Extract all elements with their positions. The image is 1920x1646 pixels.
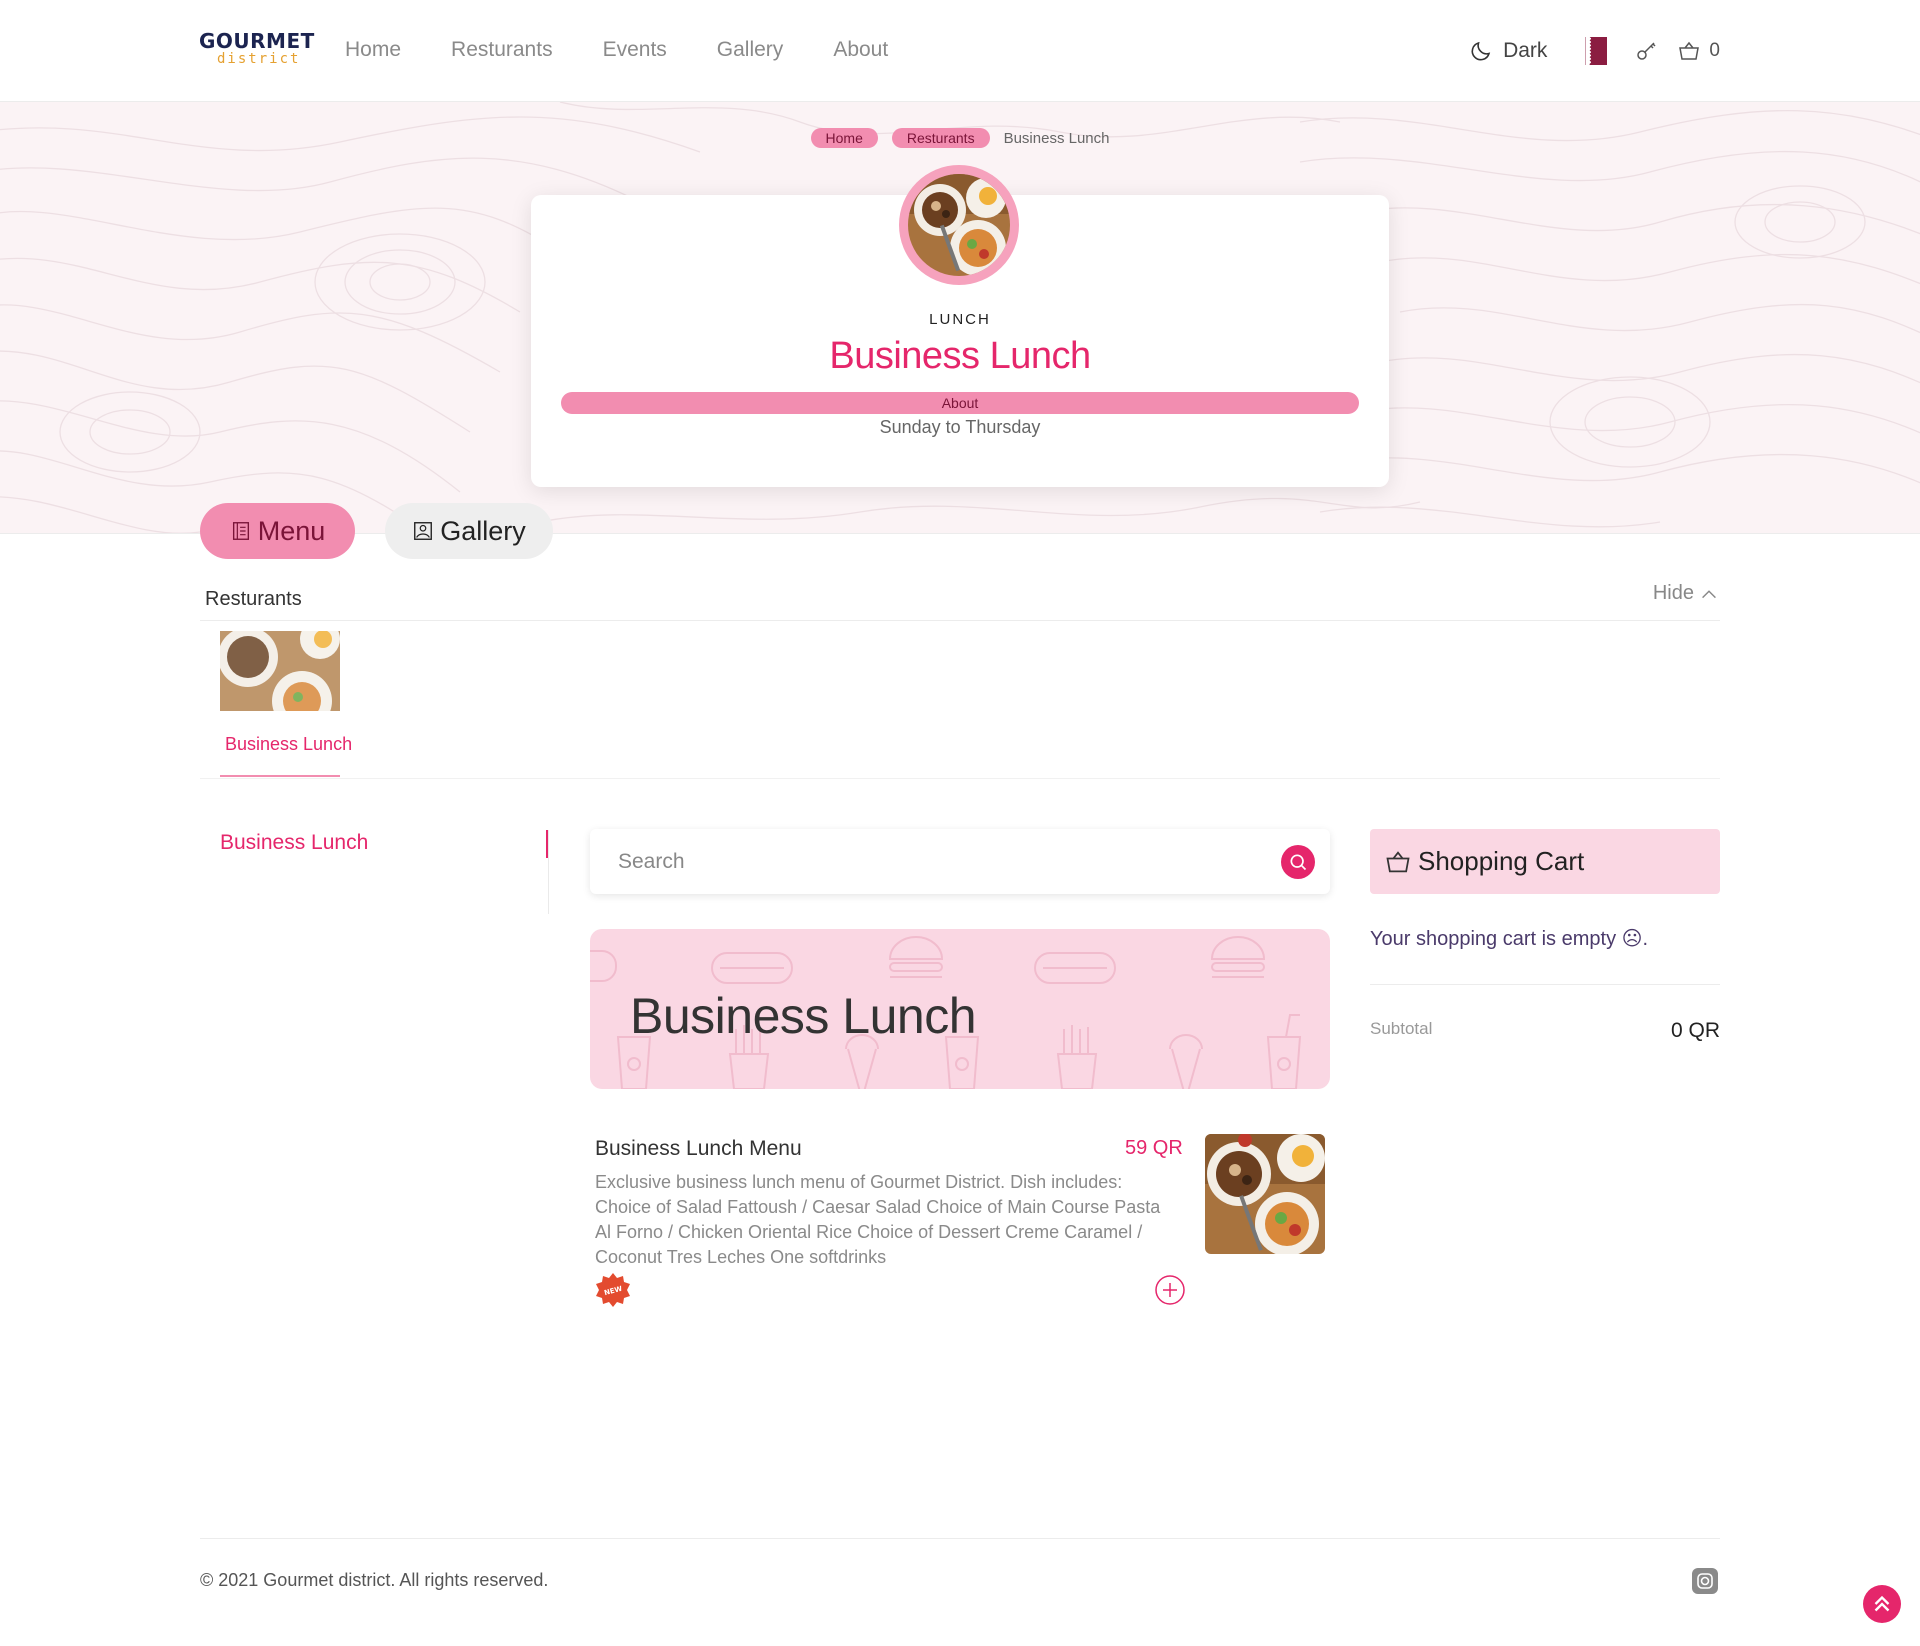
category-banner: Business Lunch [590, 929, 1330, 1089]
copyright-text: © 2021 Gourmet district. All rights rese… [200, 1570, 549, 1590]
dish-description: Exclusive business lunch menu of Gourmet… [595, 1172, 1161, 1267]
about-pill[interactable]: About [561, 392, 1359, 414]
header-cart-button[interactable]: 0 [1677, 39, 1720, 63]
restaurant-thumbnail-label[interactable]: Business Lunch [225, 734, 352, 755]
divider [200, 620, 1720, 621]
cart-empty-message: Your shopping cart is empty ☹. [1370, 928, 1649, 950]
hide-toggle[interactable]: Hide [1653, 582, 1720, 605]
key-icon[interactable] [1635, 39, 1659, 63]
nav-events[interactable]: Events [603, 38, 667, 62]
restaurant-avatar [899, 165, 1019, 285]
restaurant-category: LUNCH [929, 311, 991, 328]
shopping-cart-title: Shopping Cart [1418, 846, 1585, 876]
breadcrumb-current: Business Lunch [1003, 129, 1110, 147]
tab-menu[interactable]: Menu [200, 503, 355, 559]
menu-book-icon [232, 522, 249, 540]
instagram-icon[interactable] [1692, 1568, 1718, 1594]
tab-gallery-label: Gallery [440, 515, 526, 546]
logo-wordmark-bottom: district [217, 51, 301, 67]
restaurant-hero: Home Resturants Business Lunch LUNCH Bus… [0, 102, 1920, 534]
dark-mode-label: Dark [1503, 39, 1548, 62]
food-plate-image [220, 631, 340, 711]
add-to-cart-plus-icon[interactable] [1154, 1274, 1186, 1306]
chevron-up-icon [1702, 589, 1716, 598]
main-nav: Home Resturants Events Gallery About [345, 38, 888, 62]
nav-restaurants[interactable]: Resturants [451, 38, 553, 62]
divider [1370, 984, 1720, 985]
search-icon [1290, 854, 1307, 871]
footer-divider [200, 1538, 1720, 1539]
shopping-cart-header: Shopping Cart [1370, 829, 1720, 894]
food-plate-image [1205, 1134, 1325, 1254]
cart-count: 0 [1709, 40, 1720, 61]
moon-icon [1471, 41, 1491, 61]
breadcrumb-home[interactable]: Home [810, 128, 878, 148]
qatar-flag-icon[interactable] [1585, 37, 1608, 65]
tab-gallery[interactable]: Gallery [385, 503, 553, 559]
scroll-to-top-button[interactable] [1863, 1585, 1901, 1623]
basket-icon [1679, 41, 1700, 60]
instagram-glyph [1697, 1573, 1713, 1589]
divider [200, 778, 1720, 779]
subtotal-value: 0 QR [1670, 1019, 1720, 1042]
search-input[interactable] [618, 845, 1238, 879]
header-actions: Dark 0 [1469, 34, 1720, 68]
opening-days: Sunday to Thursday [879, 417, 1041, 437]
basket-icon [1386, 850, 1410, 872]
site-logo[interactable]: GOURMET district [199, 29, 315, 70]
dish-price: 59 QR [1125, 1137, 1183, 1159]
dark-mode-toggle[interactable]: Dark [1469, 39, 1547, 63]
menu-search-box [590, 829, 1330, 894]
image-icon [414, 522, 433, 540]
active-restaurant-underline [220, 775, 340, 777]
breadcrumb: Home Resturants Business Lunch [0, 128, 1920, 148]
subtotal-label: Subtotal [1370, 1019, 1433, 1038]
new-badge-icon: NEW [596, 1273, 630, 1307]
sidebar-divider [548, 830, 549, 914]
nav-gallery[interactable]: Gallery [717, 38, 784, 62]
sidebar-item-business-lunch[interactable]: Business Lunch [220, 831, 368, 855]
logo-wordmark-top: GOURMET [199, 29, 315, 53]
nav-home[interactable]: Home [345, 38, 401, 62]
food-plate-image [908, 174, 1010, 276]
dish-image[interactable] [1205, 1134, 1325, 1254]
top-header: GOURMET district Home Resturants Events … [0, 0, 1920, 102]
restaurants-heading: Resturants [205, 588, 302, 610]
restaurant-thumbnail[interactable] [220, 631, 340, 711]
banner-title: Business Lunch [630, 988, 977, 1044]
restaurant-name: Business Lunch [829, 335, 1091, 377]
tab-menu-label: Menu [257, 515, 326, 546]
restaurant-info-card: LUNCH Business Lunch About Sunday to Thu… [531, 165, 1389, 487]
double-chevron-up-icon [1874, 1595, 1890, 1612]
search-button[interactable] [1281, 845, 1315, 879]
nav-about[interactable]: About [833, 38, 888, 62]
dish-name[interactable]: Business Lunch Menu [595, 1137, 802, 1161]
breadcrumb-restaurants[interactable]: Resturants [891, 128, 990, 148]
new-badge: NEW [595, 1272, 631, 1308]
hide-label: Hide [1652, 582, 1694, 604]
